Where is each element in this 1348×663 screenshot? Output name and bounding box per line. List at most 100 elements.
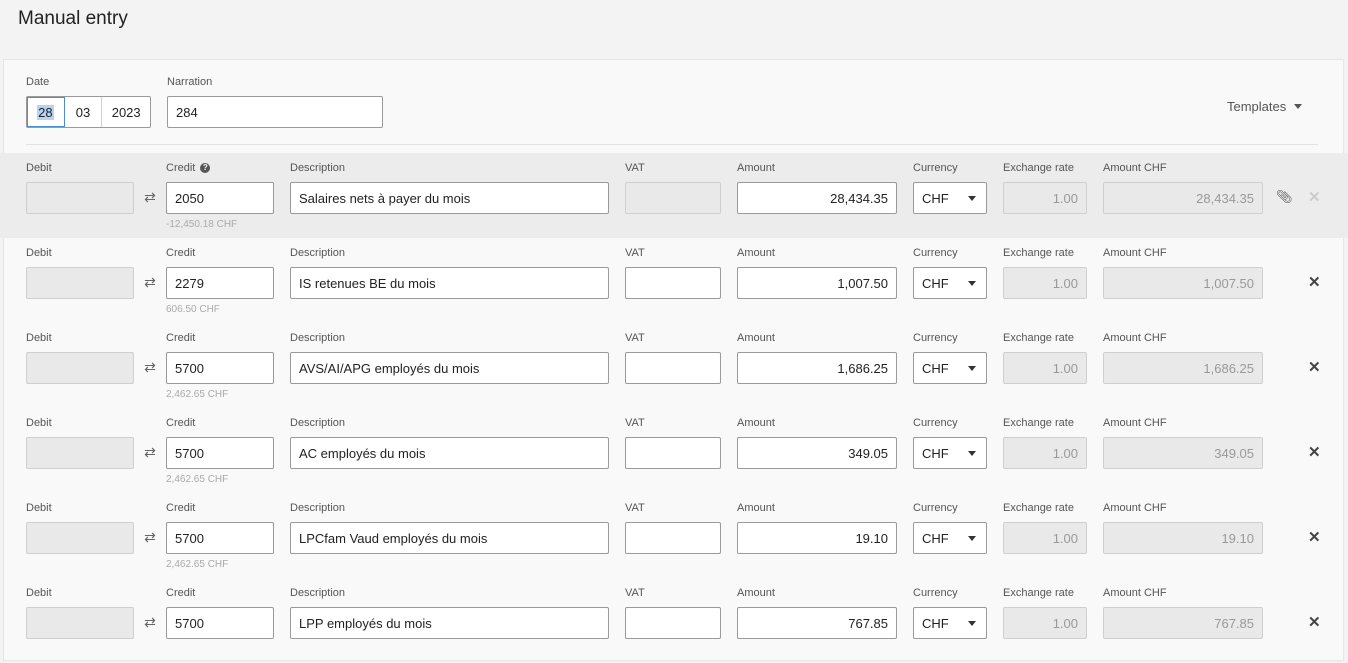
debit-input[interactable] (26, 352, 134, 384)
swap-arrows-icon[interactable]: ⇄ (142, 614, 158, 631)
date-field[interactable]: 28 03 2023 (26, 96, 151, 128)
currency-select[interactable]: CHF (913, 522, 987, 554)
chevron-down-icon (968, 195, 976, 201)
amount-label: Amount (737, 162, 775, 174)
amount-chf-input[interactable]: 1,686.25 (1103, 352, 1263, 384)
vat-label: VAT (625, 587, 645, 599)
description-input[interactable]: IS retenues BE du mois (290, 267, 609, 299)
exchange-rate-label: Exchange rate (1003, 587, 1074, 599)
chevron-down-icon (968, 620, 976, 626)
description-input[interactable]: Salaires nets à payer du mois (290, 182, 609, 214)
debit-input[interactable] (26, 437, 134, 469)
exchange-rate-label: Exchange rate (1003, 332, 1074, 344)
amount-input[interactable]: 1,686.25 (737, 352, 897, 384)
swap-arrows-icon[interactable]: ⇄ (142, 444, 158, 461)
exchange-rate-input[interactable]: 1.00 (1003, 522, 1087, 554)
amount-label: Amount (737, 332, 775, 344)
vat-input[interactable] (625, 182, 721, 214)
vat-input[interactable] (625, 267, 721, 299)
description-label: Description (290, 247, 346, 259)
description-input[interactable]: AC employés du mois (290, 437, 609, 469)
amount-input[interactable]: 1,007.50 (737, 267, 897, 299)
credit-input[interactable]: 5700 (166, 607, 274, 639)
entry-row: Debit Credit Description VAT Amount Currency E… (0, 238, 1348, 323)
currency-select[interactable]: CHF (913, 607, 987, 639)
narration-input[interactable]: 284 (167, 96, 383, 128)
close-icon[interactable]: ✕ (1308, 358, 1321, 376)
vat-label: VAT (625, 417, 645, 429)
exchange-rate-input[interactable]: 1.00 (1003, 607, 1087, 639)
vat-label: VAT (625, 332, 645, 344)
amount-chf-label: Amount CHF (1103, 502, 1167, 514)
currency-label: Currency (913, 247, 958, 259)
date-day-input[interactable]: 28 (27, 97, 65, 127)
debit-input[interactable] (26, 522, 134, 554)
close-icon[interactable]: ✕ (1308, 443, 1321, 461)
exchange-rate-input[interactable]: 1.00 (1003, 182, 1087, 214)
amount-chf-input[interactable]: 1,007.50 (1103, 267, 1263, 299)
exchange-rate-input[interactable]: 1.00 (1003, 352, 1087, 384)
vat-input[interactable] (625, 607, 721, 639)
vat-input[interactable] (625, 522, 721, 554)
description-input[interactable]: AVS/AI/APG employés du mois (290, 352, 609, 384)
exchange-rate-input[interactable]: 1.00 (1003, 267, 1087, 299)
amount-input[interactable]: 349.05 (737, 437, 897, 469)
exchange-rate-input[interactable]: 1.00 (1003, 437, 1087, 469)
chevron-down-icon (968, 280, 976, 286)
currency-select[interactable]: CHF (913, 267, 987, 299)
currency-select[interactable]: CHF (913, 182, 987, 214)
description-input[interactable]: LPCfam Vaud employés du mois (290, 522, 609, 554)
vat-input[interactable] (625, 437, 721, 469)
currency-value: CHF (922, 275, 949, 291)
currency-select[interactable]: CHF (913, 352, 987, 384)
vat-label: VAT (625, 247, 645, 259)
credit-input[interactable]: 5700 (166, 437, 274, 469)
paperclip-icon[interactable]: 📎︎ (1276, 189, 1293, 205)
credit-input[interactable]: 5700 (166, 352, 274, 384)
amount-label: Amount (737, 587, 775, 599)
debit-input[interactable] (26, 267, 134, 299)
chevron-down-icon (968, 450, 976, 456)
debit-label: Debit (26, 332, 52, 344)
credit-input[interactable]: 5700 (166, 522, 274, 554)
chevron-down-icon (968, 365, 976, 371)
amount-chf-input[interactable]: 767.85 (1103, 607, 1263, 639)
debit-input[interactable] (26, 182, 134, 214)
credit-input[interactable]: 2050 (166, 182, 274, 214)
entry-row: Debit Credit Description VAT Amount Currency E… (0, 408, 1348, 493)
credit-input[interactable]: 2279 (166, 267, 274, 299)
swap-arrows-icon[interactable]: ⇄ (142, 529, 158, 546)
close-icon[interactable]: ✕ (1308, 528, 1321, 546)
currency-select[interactable]: CHF (913, 437, 987, 469)
swap-arrows-icon[interactable]: ⇄ (142, 359, 158, 376)
narration-label: Narration (167, 76, 213, 88)
amount-chf-label: Amount CHF (1103, 162, 1167, 174)
question-circle-icon[interactable]: ? (200, 163, 211, 174)
credit-label: Credit (166, 417, 196, 429)
exchange-rate-label: Exchange rate (1003, 162, 1074, 174)
swap-arrows-icon[interactable]: ⇄ (142, 189, 158, 206)
amount-chf-input[interactable]: 19.10 (1103, 522, 1263, 554)
amount-chf-input[interactable]: 349.05 (1103, 437, 1263, 469)
amount-input[interactable]: 28,434.35 (737, 182, 897, 214)
debit-input[interactable] (26, 607, 134, 639)
debit-label: Debit (26, 162, 52, 174)
debit-label: Debit (26, 502, 52, 514)
close-icon[interactable]: ✕ (1308, 613, 1321, 631)
credit-label: Credit (166, 247, 196, 259)
debit-label: Debit (26, 247, 52, 259)
amount-input[interactable]: 19.10 (737, 522, 897, 554)
date-year-input[interactable]: 2023 (102, 97, 150, 127)
close-icon[interactable]: ✕ (1308, 273, 1321, 291)
amount-input[interactable]: 767.85 (737, 607, 897, 639)
amount-label: Amount (737, 502, 775, 514)
vat-input[interactable] (625, 352, 721, 384)
swap-arrows-icon[interactable]: ⇄ (142, 274, 158, 291)
templates-dropdown[interactable]: Templates (1227, 99, 1303, 114)
account-balance-hint: -12,450.18 CHF (166, 219, 238, 230)
amount-chf-input[interactable]: 28,434.35 (1103, 182, 1263, 214)
date-month-input[interactable]: 03 (65, 97, 103, 127)
description-input[interactable]: LPP employés du mois (290, 607, 609, 639)
credit-label: Credit (166, 587, 196, 599)
amount-label: Amount (737, 247, 775, 259)
